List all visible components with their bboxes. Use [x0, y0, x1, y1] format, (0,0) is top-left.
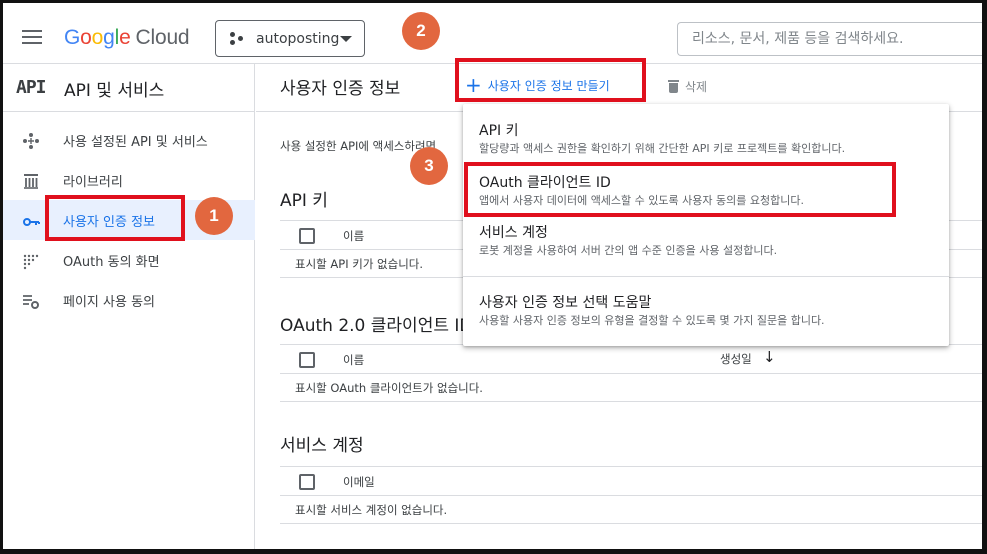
step-badge-1: 1: [195, 197, 233, 235]
column-name: 이름: [343, 229, 365, 243]
highlight-box-oauth: [464, 162, 896, 217]
project-name: autoposting: [256, 31, 340, 47]
sidebar-item-label: 사용 설정된 API 및 서비스: [63, 135, 208, 150]
api-keys-title: API 키: [280, 191, 328, 211]
menu-item-title: 사용자 인증 정보 선택 도움말: [479, 295, 652, 311]
sidebar-item-enabled-apis[interactable]: 사용 설정된 API 및 서비스: [0, 120, 255, 160]
menu-item-api-key[interactable]: API 키 할당량과 액세스 권한을 확인하기 위해 간단한 API 키로 프로…: [463, 120, 949, 160]
service-accounts-title: 서비스 계정: [280, 436, 364, 456]
key-icon: [22, 212, 40, 228]
trash-icon: [668, 80, 679, 93]
oauth-title: OAuth 2.0 클라이언트 ID: [280, 316, 465, 336]
api-icon: API: [16, 77, 46, 98]
sidebar: API API 및 서비스 사용 설정된 API 및 서비스 라이브러리 사용자…: [0, 64, 255, 554]
highlight-box-credentials: [45, 195, 185, 241]
library-icon: [22, 172, 40, 189]
menu-item-desc: 사용할 사용자 인증 정보의 유형을 결정할 수 있도록 몇 가지 질문을 합니…: [479, 314, 825, 327]
row-divider: [280, 523, 987, 524]
step-badge-2: 2: [402, 12, 440, 50]
delete-button[interactable]: 삭제: [668, 78, 707, 95]
sidebar-item-label: 페이지 사용 동의: [63, 295, 155, 310]
search-box[interactable]: [677, 22, 987, 56]
caret-down-icon: [340, 36, 352, 42]
column-email: 이메일: [343, 475, 375, 489]
sidebar-title: API 및 서비스: [64, 81, 165, 101]
sidebar-item-page-usage[interactable]: 페이지 사용 동의: [0, 280, 255, 320]
project-selector[interactable]: autoposting: [215, 20, 365, 57]
delete-label: 삭제: [685, 80, 708, 94]
sidebar-item-library[interactable]: 라이브러리: [0, 160, 255, 200]
service-accounts-empty: 표시할 서비스 계정이 없습니다.: [295, 503, 448, 517]
step-badge-3: 3: [410, 147, 448, 185]
sidebar-item-label: 라이브러리: [63, 175, 123, 190]
select-all-checkbox[interactable]: [299, 352, 315, 368]
select-all-checkbox[interactable]: [299, 474, 315, 490]
sidebar-item-label: OAuth 동의 화면: [63, 255, 160, 270]
google-cloud-logo[interactable]: Google Cloud: [64, 26, 190, 50]
select-all-checkbox[interactable]: [299, 228, 315, 244]
page-title: 사용자 인증 정보: [280, 79, 401, 99]
menu-item-help-me-choose[interactable]: 사용자 인증 정보 선택 도움말 사용할 사용자 인증 정보의 유형을 결정할 …: [463, 292, 949, 332]
dot-grid-icon: [22, 252, 40, 270]
row-divider: [280, 401, 987, 402]
oauth-empty: 표시할 OAuth 클라이언트가 없습니다.: [295, 381, 483, 395]
create-credentials-menu: API 키 할당량과 액세스 권한을 확인하기 위해 간단한 API 키로 프로…: [463, 104, 949, 346]
api-keys-empty: 표시할 API 키가 없습니다.: [295, 257, 424, 271]
project-dots-icon: [230, 32, 244, 46]
sidebar-item-oauth-consent[interactable]: OAuth 동의 화면: [0, 240, 255, 280]
column-name: 이름: [343, 353, 365, 367]
top-bar: Google Cloud autoposting: [0, 0, 987, 64]
service-accounts-table-header: 이메일: [280, 466, 987, 496]
menu-divider: [463, 276, 949, 277]
menu-item-desc: 할당량과 액세스 권한을 확인하기 위해 간단한 API 키로 프로젝트를 확인…: [479, 142, 846, 155]
menu-item-desc: 로봇 계정을 사용하여 서버 간의 앱 수준 인증을 사용 설정합니다.: [479, 244, 778, 257]
sort-arrow-icon[interactable]: ↓: [763, 348, 776, 366]
column-created[interactable]: 생성일: [720, 351, 752, 367]
oauth-table-header: 이름 생성일 ↓: [280, 344, 987, 374]
search-input[interactable]: [692, 24, 982, 54]
settings-list-icon: [22, 292, 40, 309]
menu-item-title: 서비스 계정: [479, 225, 548, 241]
menu-icon[interactable]: [22, 30, 42, 44]
highlight-box-create: [455, 58, 646, 102]
sidebar-header: API API 및 서비스: [0, 64, 255, 112]
menu-item-title: API 키: [479, 123, 519, 139]
diamond-dots-icon: [22, 132, 40, 149]
menu-item-service-account[interactable]: 서비스 계정 로봇 계정을 사용하여 서버 간의 앱 수준 인증을 사용 설정합…: [463, 222, 949, 262]
